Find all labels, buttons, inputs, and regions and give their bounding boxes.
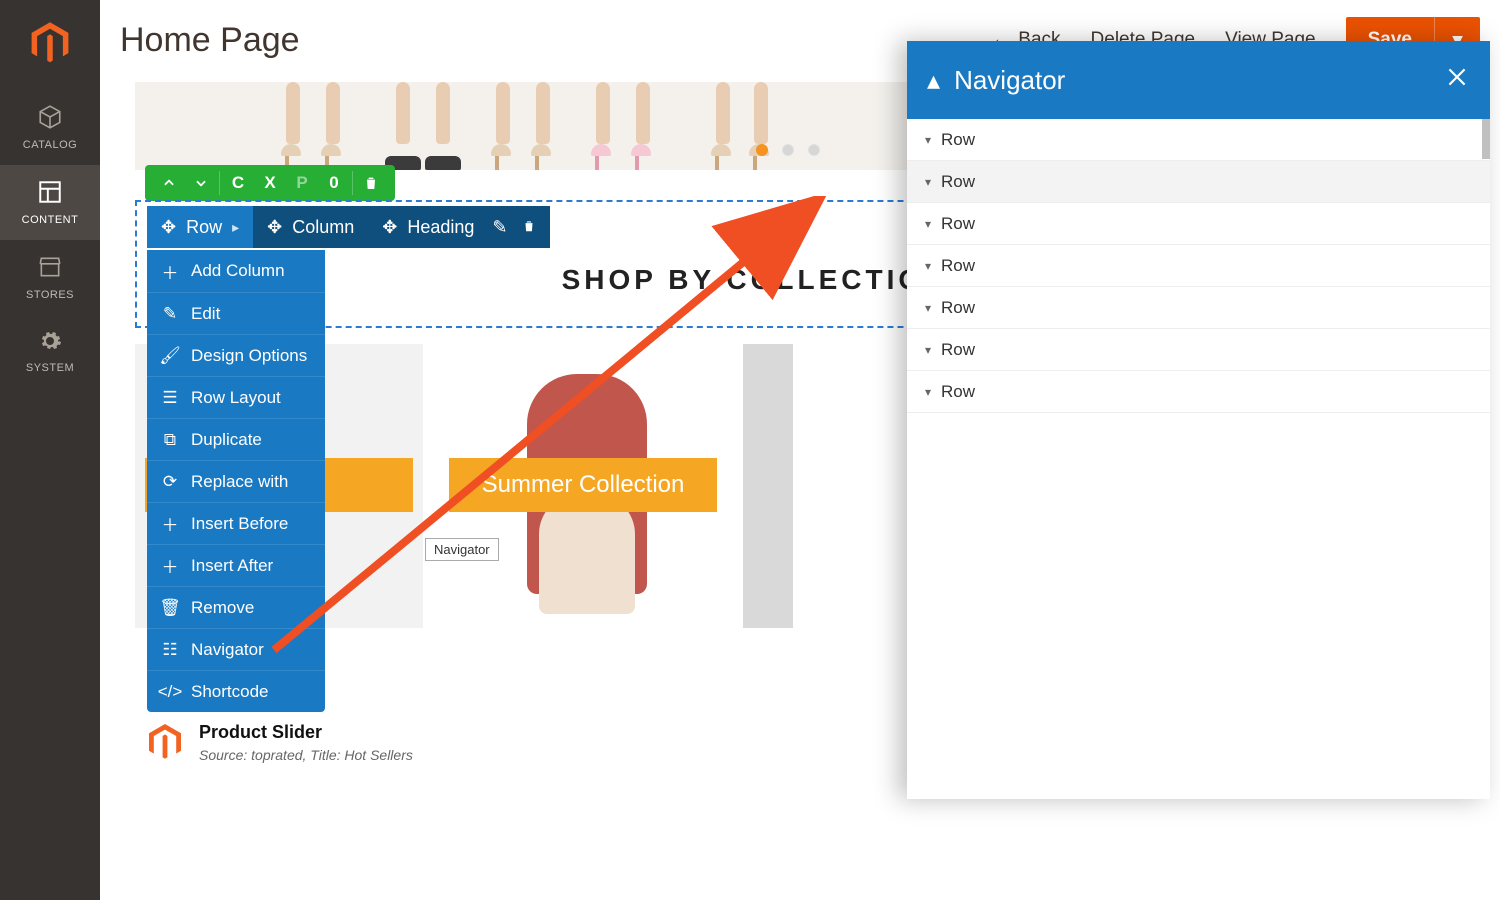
- move-icon: ✥: [161, 217, 176, 238]
- trash-icon[interactable]: [522, 217, 536, 238]
- collection-card-3[interactable]: [743, 344, 793, 628]
- close-icon[interactable]: [1444, 64, 1470, 97]
- ctx-insert-before[interactable]: ＋Insert Before: [147, 502, 325, 544]
- admin-sidebar: CATALOG CONTENT STORES SYSTEM: [0, 0, 100, 900]
- move-icon: ✥: [267, 217, 282, 238]
- slider-dot-3[interactable]: [808, 144, 820, 156]
- nav-catalog[interactable]: CATALOG: [0, 90, 100, 165]
- magento-icon: [145, 722, 185, 762]
- element-toolbar: C X P 0: [145, 165, 395, 201]
- nav-catalog-label: CATALOG: [23, 139, 77, 151]
- gear-icon: [0, 329, 100, 356]
- paste-button[interactable]: P: [286, 173, 318, 193]
- product-slider-meta: Product Slider Source: toprated, Title: …: [145, 722, 645, 763]
- card-band-2: Summer Collection: [449, 458, 717, 512]
- nav-content-label: CONTENT: [22, 214, 79, 226]
- crumb-heading[interactable]: ✥ Heading ✎: [368, 206, 549, 248]
- navigator-row[interactable]: ▾Row: [907, 329, 1490, 371]
- navigator-row[interactable]: ▾Row: [907, 245, 1490, 287]
- chevron-down-icon: ▾: [925, 343, 931, 357]
- chevron-right-icon: ▸: [232, 219, 239, 236]
- nav-system[interactable]: SYSTEM: [0, 315, 100, 388]
- product-slider-title: Product Slider: [199, 722, 413, 743]
- ctx-edit[interactable]: ✎Edit: [147, 292, 325, 334]
- code-icon: </>: [161, 682, 179, 702]
- navigator-tooltip: Navigator: [425, 538, 499, 561]
- layout-icon: [0, 179, 100, 208]
- refresh-icon: ⟳: [161, 472, 179, 492]
- chevron-down-icon: ▾: [925, 133, 931, 147]
- pencil-icon[interactable]: ✎: [492, 217, 507, 238]
- slider-dot-2[interactable]: [782, 144, 794, 156]
- crumb-row-label: Row: [186, 217, 222, 238]
- navigator-row[interactable]: ▾Row: [907, 371, 1490, 413]
- slider-dots: [756, 144, 820, 156]
- chevron-down-icon: ▾: [925, 217, 931, 231]
- ctx-add-column[interactable]: ＋Add Column: [147, 250, 325, 292]
- copy-icon: ⧉: [161, 430, 179, 450]
- ctx-design-options[interactable]: 🖌Design Options: [147, 334, 325, 376]
- plus-icon: ＋: [161, 259, 179, 284]
- navigator-title: Navigator: [954, 65, 1065, 96]
- nav-content[interactable]: CONTENT: [0, 165, 100, 240]
- crumb-column-label: Column: [292, 217, 354, 238]
- navigator-body: ▾Row ▾Row ▾Row ▾Row ▾Row ▾Row ▾Row: [907, 119, 1490, 799]
- layers-icon: ☷: [161, 640, 179, 660]
- copy-button[interactable]: C: [222, 173, 254, 193]
- navigator-panel: ▴ Navigator ▾Row ▾Row ▾Row ▾Row ▾Row ▾Ro…: [907, 41, 1490, 799]
- row-context-menu: ＋Add Column ✎Edit 🖌Design Options ☰Row L…: [147, 250, 325, 712]
- nav-stores-label: STORES: [26, 289, 74, 301]
- navigator-row[interactable]: ▾Row: [907, 287, 1490, 329]
- collapse-icon[interactable]: ▴: [927, 65, 940, 96]
- ctx-duplicate[interactable]: ⧉Duplicate: [147, 418, 325, 460]
- navigator-header: ▴ Navigator: [907, 41, 1490, 119]
- navigator-row[interactable]: ▾Row: [907, 161, 1490, 203]
- move-down-button[interactable]: [185, 165, 217, 201]
- pencil-icon: ✎: [161, 304, 179, 324]
- chevron-down-icon: ▾: [925, 175, 931, 189]
- crumb-row[interactable]: ✥ Row ▸: [147, 206, 253, 248]
- ctx-remove[interactable]: 🗑Remove: [147, 586, 325, 628]
- scrollbar-thumb[interactable]: [1482, 119, 1490, 159]
- chevron-down-icon: ▾: [925, 301, 931, 315]
- collection-card-2[interactable]: Summer Collection: [439, 344, 727, 628]
- ctx-insert-after[interactable]: ＋Insert After: [147, 544, 325, 586]
- ctx-navigator[interactable]: ☷Navigator: [147, 628, 325, 670]
- trash-icon: 🗑: [161, 598, 179, 618]
- product-slider-subtitle: Source: toprated, Title: Hot Sellers: [199, 747, 413, 763]
- move-icon: ✥: [382, 217, 397, 238]
- plus-icon: ＋: [161, 511, 179, 536]
- ctx-row-layout[interactable]: ☰Row Layout: [147, 376, 325, 418]
- toolbar-trash-button[interactable]: [355, 165, 387, 201]
- chevron-down-icon: ▾: [925, 385, 931, 399]
- brush-icon: 🖌: [161, 346, 179, 366]
- crumb-heading-label: Heading: [407, 217, 474, 238]
- nav-stores[interactable]: STORES: [0, 240, 100, 315]
- element-breadcrumb: ✥ Row ▸ ✥ Column ✥ Heading ✎: [147, 206, 550, 248]
- magento-logo: [25, 18, 75, 68]
- zero-button[interactable]: 0: [318, 173, 350, 193]
- crumb-column[interactable]: ✥ Column: [253, 206, 368, 248]
- chevron-down-icon: ▾: [925, 259, 931, 273]
- cube-icon: [0, 104, 100, 133]
- storefront-icon: [0, 254, 100, 283]
- page-title: Home Page: [120, 21, 300, 60]
- ctx-shortcode[interactable]: </>Shortcode: [147, 670, 325, 712]
- rows-icon: ☰: [161, 388, 179, 408]
- nav-system-label: SYSTEM: [26, 362, 74, 374]
- navigator-row[interactable]: ▾Row: [907, 203, 1490, 245]
- navigator-row[interactable]: ▾Row: [907, 119, 1490, 161]
- slider-dot-1[interactable]: [756, 144, 768, 156]
- plus-icon: ＋: [161, 553, 179, 578]
- move-up-button[interactable]: [153, 165, 185, 201]
- ctx-replace[interactable]: ⟳Replace with: [147, 460, 325, 502]
- cut-button[interactable]: X: [254, 173, 286, 193]
